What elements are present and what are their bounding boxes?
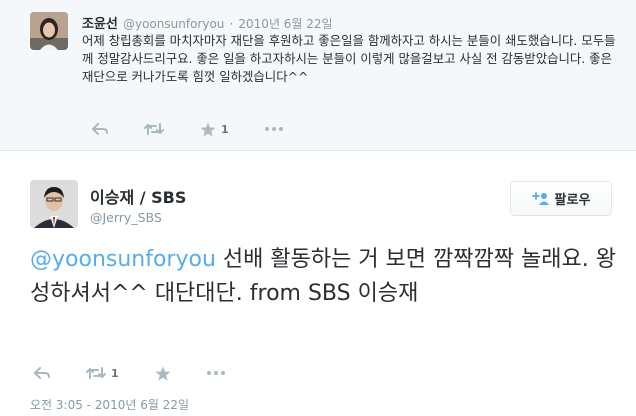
parent-author-name[interactable]: 조윤선 [82, 17, 118, 32]
follow-person-plus-icon [531, 192, 549, 205]
parent-author-handle[interactable]: @yoonsunforyou [123, 17, 224, 31]
main-author-handle[interactable]: @Jerry_SBS [90, 210, 162, 225]
main-reply-button[interactable] [34, 367, 50, 379]
parent-favorite-button[interactable]: 1 [200, 122, 229, 137]
parent-tweet-header: 조윤선 @yoonsunforyou · 2010년 6월 22일 [82, 13, 333, 32]
main-author-name[interactable]: 이승재 / SBS [90, 184, 186, 208]
parent-more-button[interactable] [264, 127, 283, 131]
main-author-avatar[interactable] [30, 180, 78, 228]
main-tweet-timestamp[interactable]: 오전 3:05 - 2010년 6월 22일 [30, 396, 189, 413]
main-tweet-text: @yoonsunforyou 선배 활동하는 거 보면 깜짝깜짝 놀래요. 왕성… [30, 243, 620, 311]
retweet-icon [86, 367, 106, 379]
parent-tweet-text: 어제 창립총회를 마치자마자 재단을 후원하고 좋은일을 함께하자고 하시는 분… [82, 33, 616, 84]
main-retweet-count: 1 [111, 366, 119, 380]
main-retweet-button[interactable]: 1 [86, 367, 119, 380]
header-separator: · [229, 17, 234, 31]
more-icon [206, 371, 225, 375]
more-icon [264, 127, 283, 131]
main-more-button[interactable] [206, 371, 225, 375]
retweet-icon [144, 123, 164, 135]
follow-button-label: 팔로우 [554, 193, 591, 208]
parent-tweet: 조윤선 @yoonsunforyou · 2010년 6월 22일 어제 창립총… [0, 0, 636, 151]
main-favorite-button[interactable] [155, 366, 171, 381]
parent-reply-button[interactable] [92, 123, 108, 135]
reply-icon [92, 123, 108, 135]
parent-tweet-actions: 1 [92, 120, 319, 138]
favorite-star-icon [155, 366, 171, 381]
parent-author-avatar[interactable] [30, 12, 68, 50]
reply-icon [34, 367, 50, 379]
favorite-star-icon [200, 122, 216, 137]
main-tweet-actions: 1 [34, 364, 261, 382]
parent-tweet-timestamp[interactable]: 2010년 6월 22일 [238, 17, 332, 31]
mention-link[interactable]: @yoonsunforyou [30, 247, 216, 272]
parent-favorite-count: 1 [221, 122, 229, 136]
follow-button[interactable]: 팔로우 [510, 181, 612, 216]
parent-retweet-button[interactable] [144, 123, 164, 135]
